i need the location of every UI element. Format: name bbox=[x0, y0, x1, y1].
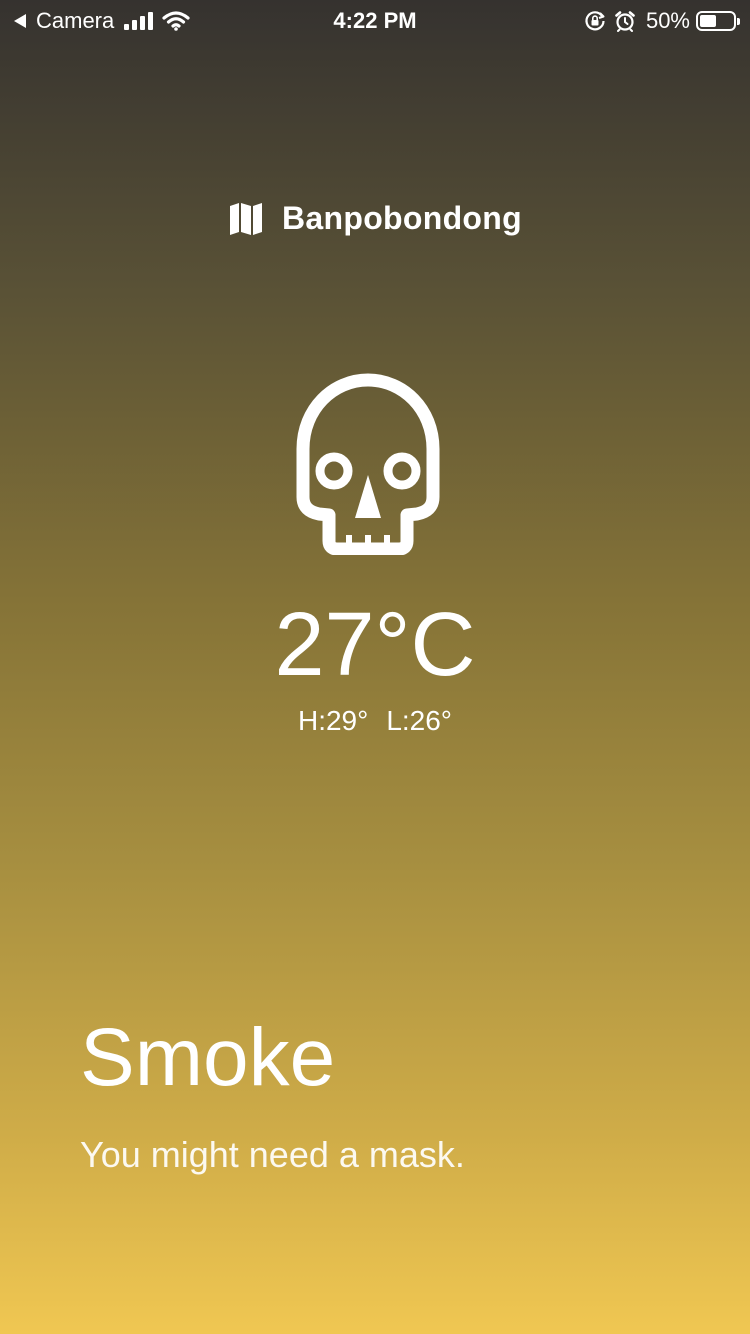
battery-tip bbox=[737, 18, 740, 25]
status-indicators: 50% bbox=[584, 8, 740, 34]
weather-advice: You might need a mask. bbox=[80, 1134, 465, 1175]
battery-icon bbox=[696, 11, 740, 31]
map-icon bbox=[228, 201, 282, 237]
high-temperature: H:29° bbox=[297, 705, 369, 736]
orientation-lock-icon bbox=[584, 10, 606, 32]
battery-percentage: 50% bbox=[645, 8, 690, 33]
battery-level-fill bbox=[700, 15, 716, 27]
current-temperature: 27°C bbox=[274, 595, 476, 695]
low-temperature: L:26° bbox=[386, 705, 453, 736]
alarm-icon bbox=[614, 10, 636, 32]
location-header[interactable]: Banpobondong bbox=[0, 200, 750, 237]
high-low-temperatures: H:29° L:26° bbox=[0, 703, 750, 739]
location-name: Banpobondong bbox=[282, 200, 522, 236]
weather-condition: Smoke bbox=[80, 1012, 336, 1103]
status-bar: Camera 4:22 PM 50% bbox=[0, 0, 750, 40]
weather-screen: Camera 4:22 PM 50% Banpobondong 27°C H:2… bbox=[0, 0, 750, 1334]
